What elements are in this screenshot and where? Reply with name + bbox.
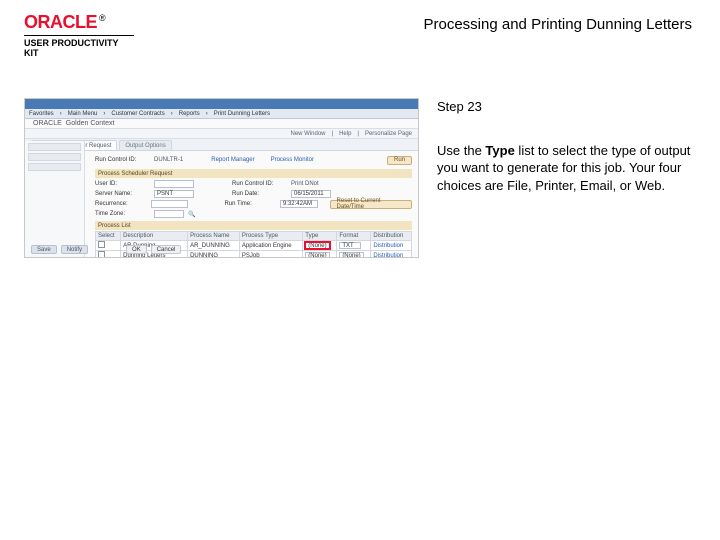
app-body: Run Control ID: DUNLTR-1 Report Manager … xyxy=(25,151,418,258)
run-control-value2: Print DNot xyxy=(291,181,319,187)
menu-item[interactable]: Favorites xyxy=(29,111,54,117)
type-select[interactable]: (None) xyxy=(305,242,329,249)
menu-item[interactable]: Print Dunning Letters xyxy=(214,111,270,117)
recurrence-label: Recurrence: xyxy=(95,201,147,207)
window-titlebar xyxy=(25,99,418,109)
timezone-label: Time Zone: xyxy=(95,211,150,217)
app-window: Favorites › Main Menu › Customer Contrac… xyxy=(24,98,419,258)
user-id-label: User ID: xyxy=(95,181,150,187)
process-list-section: Process List xyxy=(95,221,412,230)
menu-item[interactable]: Customer Contracts xyxy=(111,111,164,117)
run-control-value: DUNLTR-1 xyxy=(154,157,183,163)
recurrence-input[interactable] xyxy=(151,200,189,208)
server-name-label: Server Name: xyxy=(95,191,150,197)
oracle-logo: ORACLE® xyxy=(24,12,154,33)
app-utility-links: New Window | Help | Personalize Page xyxy=(25,129,418,139)
app-menubar: Favorites › Main Menu › Customer Contrac… xyxy=(25,109,418,119)
save-button[interactable]: Save xyxy=(31,245,57,254)
run-control-label: Run Control ID: xyxy=(95,157,150,163)
process-monitor-link[interactable]: Process Monitor xyxy=(271,157,314,163)
embedded-screenshot: Favorites › Main Menu › Customer Contrac… xyxy=(24,98,419,258)
reset-datetime-button[interactable]: Reset to Current Date/Time xyxy=(330,200,412,209)
util-link[interactable]: Personalize Page xyxy=(365,131,412,137)
logo-tm: ® xyxy=(99,13,105,23)
menu-item[interactable]: Main Menu xyxy=(68,111,98,117)
logo-text: ORACLE xyxy=(24,12,97,32)
col-process-name: Process Name xyxy=(188,232,240,241)
ok-button[interactable]: OK xyxy=(126,245,147,254)
run-time-input[interactable]: 9:32:42AM xyxy=(280,200,318,208)
dialog-title: Process Scheduler Request xyxy=(95,169,412,178)
col-distribution: Distribution xyxy=(371,232,412,241)
logo-block: ORACLE® USER PRODUCTIVITY KIT xyxy=(24,12,154,58)
cell-process-type: Application Engine xyxy=(239,241,302,251)
col-process-type: Process Type xyxy=(239,232,302,241)
logo-subtitle: USER PRODUCTIVITY KIT xyxy=(24,35,134,58)
col-type: Type xyxy=(303,232,337,241)
format-select[interactable]: TXT xyxy=(339,242,361,249)
cell-distribution[interactable]: Distribution xyxy=(371,251,412,259)
util-link[interactable]: Help xyxy=(339,131,351,137)
notify-button[interactable]: Notify xyxy=(61,245,88,254)
cell-distribution[interactable]: Distribution xyxy=(371,241,412,251)
brand-text: ORACLE xyxy=(33,120,62,127)
run-control-label2: Run Control ID: xyxy=(232,181,287,187)
app-brand-bar: ORACLE Golden Context xyxy=(25,119,418,129)
run-button[interactable]: Run xyxy=(387,156,412,165)
format-select[interactable]: (None) xyxy=(339,252,363,258)
cell-process-name: DUNNING xyxy=(188,251,240,259)
instr-bold: Type xyxy=(485,143,514,158)
col-select: Select xyxy=(96,232,121,241)
cell-process-name: AR_DUNNING xyxy=(188,241,240,251)
util-link[interactable]: New Window xyxy=(290,131,325,137)
lookup-icon[interactable]: 🔍 xyxy=(188,211,195,218)
instruction-panel: Step 23 Use the Type list to select the … xyxy=(437,98,696,258)
col-format: Format xyxy=(337,232,371,241)
run-date-label: Run Date: xyxy=(232,191,287,197)
instr-prefix: Use the xyxy=(437,143,485,158)
instruction-text: Use the Type list to select the type of … xyxy=(437,142,696,195)
cancel-button[interactable]: Cancel xyxy=(151,245,182,254)
table-header-row: Select Description Process Name Process … xyxy=(96,232,412,241)
run-date-input[interactable]: 06/15/2011 xyxy=(291,190,331,198)
menu-item[interactable]: Reports xyxy=(179,111,200,117)
timezone-input[interactable] xyxy=(154,210,184,218)
run-time-label: Run Time: xyxy=(224,201,276,207)
step-number: Step 23 xyxy=(437,98,696,116)
type-select[interactable]: (None) xyxy=(305,252,329,258)
page-header: ORACLE® USER PRODUCTIVITY KIT Processing… xyxy=(24,12,696,58)
report-manager-link[interactable]: Report Manager xyxy=(211,157,254,163)
server-name-input[interactable]: PSNT xyxy=(154,190,194,198)
col-description: Description xyxy=(121,232,188,241)
brand-sub: Golden Context xyxy=(66,120,115,127)
cell-process-type: PSJob xyxy=(239,251,302,259)
app-footer: Save Notify OK Cancel xyxy=(31,245,181,254)
tab-output-options[interactable]: Output Options xyxy=(119,140,171,150)
user-id-input[interactable] xyxy=(154,180,194,188)
page-title: Processing and Printing Dunning Letters xyxy=(154,12,696,33)
